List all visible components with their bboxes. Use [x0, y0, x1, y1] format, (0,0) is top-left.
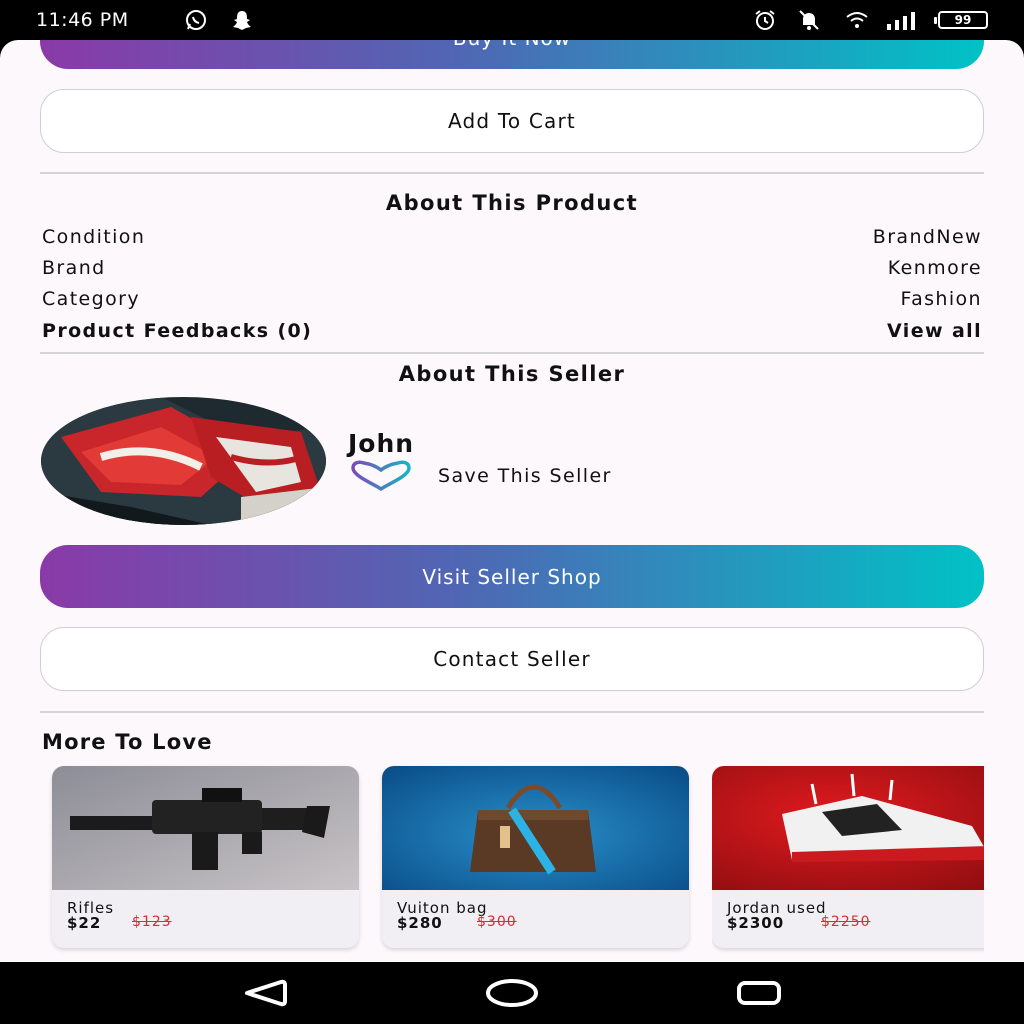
condition-row: Condition BrandNew	[42, 226, 982, 248]
product-price: $280	[397, 914, 443, 932]
status-bar: 11:46 PM 99	[0, 0, 1024, 40]
battery-indicator: 99	[934, 11, 988, 29]
notifications-off-icon	[797, 8, 821, 32]
product-price: $2300	[727, 914, 785, 932]
signal-icon	[885, 8, 925, 32]
home-icon[interactable]	[484, 976, 540, 1010]
divider	[40, 352, 984, 354]
visit-seller-shop-label: Visit Seller Shop	[422, 564, 602, 589]
heart-icon[interactable]	[350, 460, 412, 492]
status-time: 11:46 PM	[36, 9, 129, 31]
feedbacks-row: Product Feedbacks (0) View all	[42, 320, 982, 342]
product-price: $22	[67, 914, 102, 932]
product-image	[382, 766, 689, 890]
category-label: Category	[42, 288, 140, 310]
product-card[interactable]: Rifles $22 $123	[52, 766, 359, 948]
product-card[interactable]: Jordan used $2300 $2250	[712, 766, 984, 948]
category-row: Category Fashion	[42, 288, 982, 310]
seller-name: John	[348, 429, 415, 458]
divider	[40, 711, 984, 713]
save-seller-button[interactable]: Save This Seller	[438, 465, 612, 487]
recent-apps-icon[interactable]	[731, 976, 787, 1010]
buy-now-label: Buy It Now	[453, 40, 571, 50]
seller-avatar[interactable]	[41, 397, 326, 525]
contact-seller-label: Contact Seller	[433, 647, 591, 671]
add-to-cart-label: Add To Cart	[448, 109, 576, 133]
more-to-love-title: More To Love	[42, 730, 213, 754]
wifi-icon	[845, 8, 869, 32]
condition-value: BrandNew	[872, 226, 982, 248]
product-card-clip: Jordan used $2300 $2250	[712, 766, 984, 956]
view-all-link[interactable]: View all	[887, 320, 982, 342]
back-icon[interactable]	[237, 976, 293, 1010]
about-seller-title: About This Seller	[398, 362, 626, 386]
about-product-title: About This Product	[385, 191, 639, 215]
product-image	[52, 766, 359, 890]
feedbacks-label: Product Feedbacks (0)	[42, 320, 313, 342]
snapchat-icon	[230, 8, 254, 32]
brand-label: Brand	[42, 257, 106, 279]
brand-value: Kenmore	[887, 257, 982, 279]
product-card[interactable]: Vuiton bag $280 $300	[382, 766, 689, 948]
category-value: Fashion	[900, 288, 982, 310]
brand-row: Brand Kenmore	[42, 257, 982, 279]
alarm-icon	[753, 8, 777, 32]
condition-label: Condition	[42, 226, 146, 248]
whatsapp-icon	[184, 8, 208, 32]
visit-seller-shop-button[interactable]: Visit Seller Shop	[40, 545, 984, 608]
product-sheet: Buy It Now Add To Cart About This Produc…	[0, 40, 1024, 962]
divider	[40, 172, 984, 174]
navigation-bar	[0, 962, 1024, 1024]
add-to-cart-button[interactable]: Add To Cart	[40, 89, 984, 153]
product-old-price: $123	[132, 914, 172, 930]
product-old-price: $300	[477, 914, 517, 930]
contact-seller-button[interactable]: Contact Seller	[40, 627, 984, 691]
product-image	[712, 766, 984, 890]
buy-now-button[interactable]: Buy It Now	[40, 40, 984, 69]
product-old-price: $2250	[821, 914, 871, 930]
